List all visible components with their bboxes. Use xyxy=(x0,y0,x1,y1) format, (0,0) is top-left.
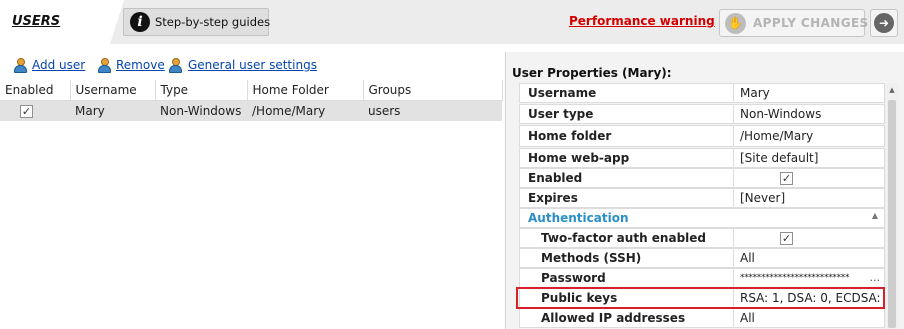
property-label: Two-factor auth enabled xyxy=(541,231,706,245)
property-label: Home web-app xyxy=(528,151,630,165)
property-row-enabled[interactable]: Enabled ✓ xyxy=(519,168,885,188)
property-label: Home folder xyxy=(528,129,612,143)
column-header-home-folder[interactable]: Home Folder xyxy=(247,80,364,101)
type-cell: Non-Windows xyxy=(155,100,247,121)
column-header-groups[interactable]: Groups xyxy=(363,80,503,101)
password-value[interactable]: ************************** xyxy=(740,273,850,283)
property-label: Password xyxy=(541,271,606,285)
properties-title: User Properties (Mary): xyxy=(512,66,672,80)
groups-cell: users xyxy=(363,100,502,121)
property-row-username[interactable]: Username Mary xyxy=(519,83,885,103)
performance-warning-link[interactable]: Performance warning xyxy=(569,14,715,28)
property-value[interactable]: Mary xyxy=(740,86,770,100)
apply-changes-label: APPLY CHANGES xyxy=(753,16,869,30)
property-row-home-web-app[interactable]: Home web-app [Site default] xyxy=(519,148,885,168)
property-value[interactable]: All xyxy=(740,251,755,265)
property-row-two-factor[interactable]: Two-factor auth enabled ✓ xyxy=(519,228,885,248)
column-header-enabled[interactable]: Enabled xyxy=(0,80,71,101)
property-row-allowed-ip[interactable]: Allowed IP addresses All xyxy=(519,308,885,328)
property-row-methods-ssh[interactable]: Methods (SSH) All xyxy=(519,248,885,268)
add-user-icon xyxy=(13,58,28,73)
general-settings-icon xyxy=(168,58,183,73)
property-label: Username xyxy=(528,86,597,100)
top-tab-bar: USERS i Step-by-step guides Performance … xyxy=(0,0,904,44)
property-value[interactable]: All xyxy=(740,311,755,325)
property-label: Methods (SSH) xyxy=(541,251,642,265)
users-toolbar: Add user Remove General user settings xyxy=(0,52,500,78)
column-header-type[interactable]: Type xyxy=(155,80,248,101)
users-table-header: Enabled Username Type Home Folder Groups xyxy=(0,80,503,101)
property-label: Enabled xyxy=(528,171,583,185)
enabled-cell[interactable]: ✓ xyxy=(0,100,70,121)
property-row-expires[interactable]: Expires [Never] xyxy=(519,188,885,208)
tab-guides-label: Step-by-step guides xyxy=(155,15,271,29)
column-header-username[interactable]: Username xyxy=(70,80,156,101)
property-label: Allowed IP addresses xyxy=(541,311,686,325)
general-user-settings-link[interactable]: General user settings xyxy=(188,58,317,72)
public-keys-highlight-box xyxy=(516,287,885,309)
table-row[interactable]: ✓ Mary Non-Windows /Home/Mary users xyxy=(0,100,502,121)
tab-users-label: USERS xyxy=(12,14,61,29)
apply-changes-button[interactable]: ✋ APPLY CHANGES xyxy=(719,9,868,37)
two-factor-checkbox[interactable]: ✓ xyxy=(780,232,793,245)
info-icon: i xyxy=(130,12,150,32)
users-table: Enabled Username Type Home Folder Groups… xyxy=(0,80,503,121)
enabled-property-checkbox[interactable]: ✓ xyxy=(780,172,793,185)
property-label: User type xyxy=(528,107,594,121)
property-label: Expires xyxy=(528,191,578,205)
enabled-checkbox[interactable]: ✓ xyxy=(20,104,33,118)
scroll-up-arrow-icon[interactable]: ▲ xyxy=(885,83,899,97)
tab-users[interactable]: USERS xyxy=(0,0,124,44)
tab-step-by-step-guides[interactable]: i Step-by-step guides xyxy=(123,8,271,36)
authentication-section-header[interactable]: Authentication ▲ xyxy=(519,208,885,228)
authentication-label: Authentication xyxy=(528,211,629,225)
username-cell: Mary xyxy=(70,100,155,121)
ellipsis-button[interactable]: ... xyxy=(870,271,881,284)
remove-link[interactable]: Remove xyxy=(116,58,165,72)
property-value[interactable]: Non-Windows xyxy=(740,107,821,121)
properties-scrollbar[interactable]: ▲ xyxy=(885,83,899,329)
property-row-user-type[interactable]: User type Non-Windows xyxy=(519,104,885,124)
remove-user-icon xyxy=(97,58,112,73)
property-value[interactable]: [Never] xyxy=(740,191,785,205)
property-row-password[interactable]: Password ************************** ... xyxy=(519,268,885,288)
hand-icon: ✋ xyxy=(725,13,746,34)
exit-button[interactable]: ➜ xyxy=(870,9,898,37)
collapse-arrow-icon[interactable]: ▲ xyxy=(872,211,878,220)
property-value[interactable]: [Site default] xyxy=(740,151,818,165)
property-value[interactable]: /Home/Mary xyxy=(740,129,813,143)
exit-icon: ➜ xyxy=(874,13,894,33)
scrollbar-thumb[interactable] xyxy=(888,100,896,328)
home-folder-cell: /Home/Mary xyxy=(247,100,363,121)
add-user-link[interactable]: Add user xyxy=(32,58,85,72)
property-row-home-folder[interactable]: Home folder /Home/Mary xyxy=(519,125,885,147)
